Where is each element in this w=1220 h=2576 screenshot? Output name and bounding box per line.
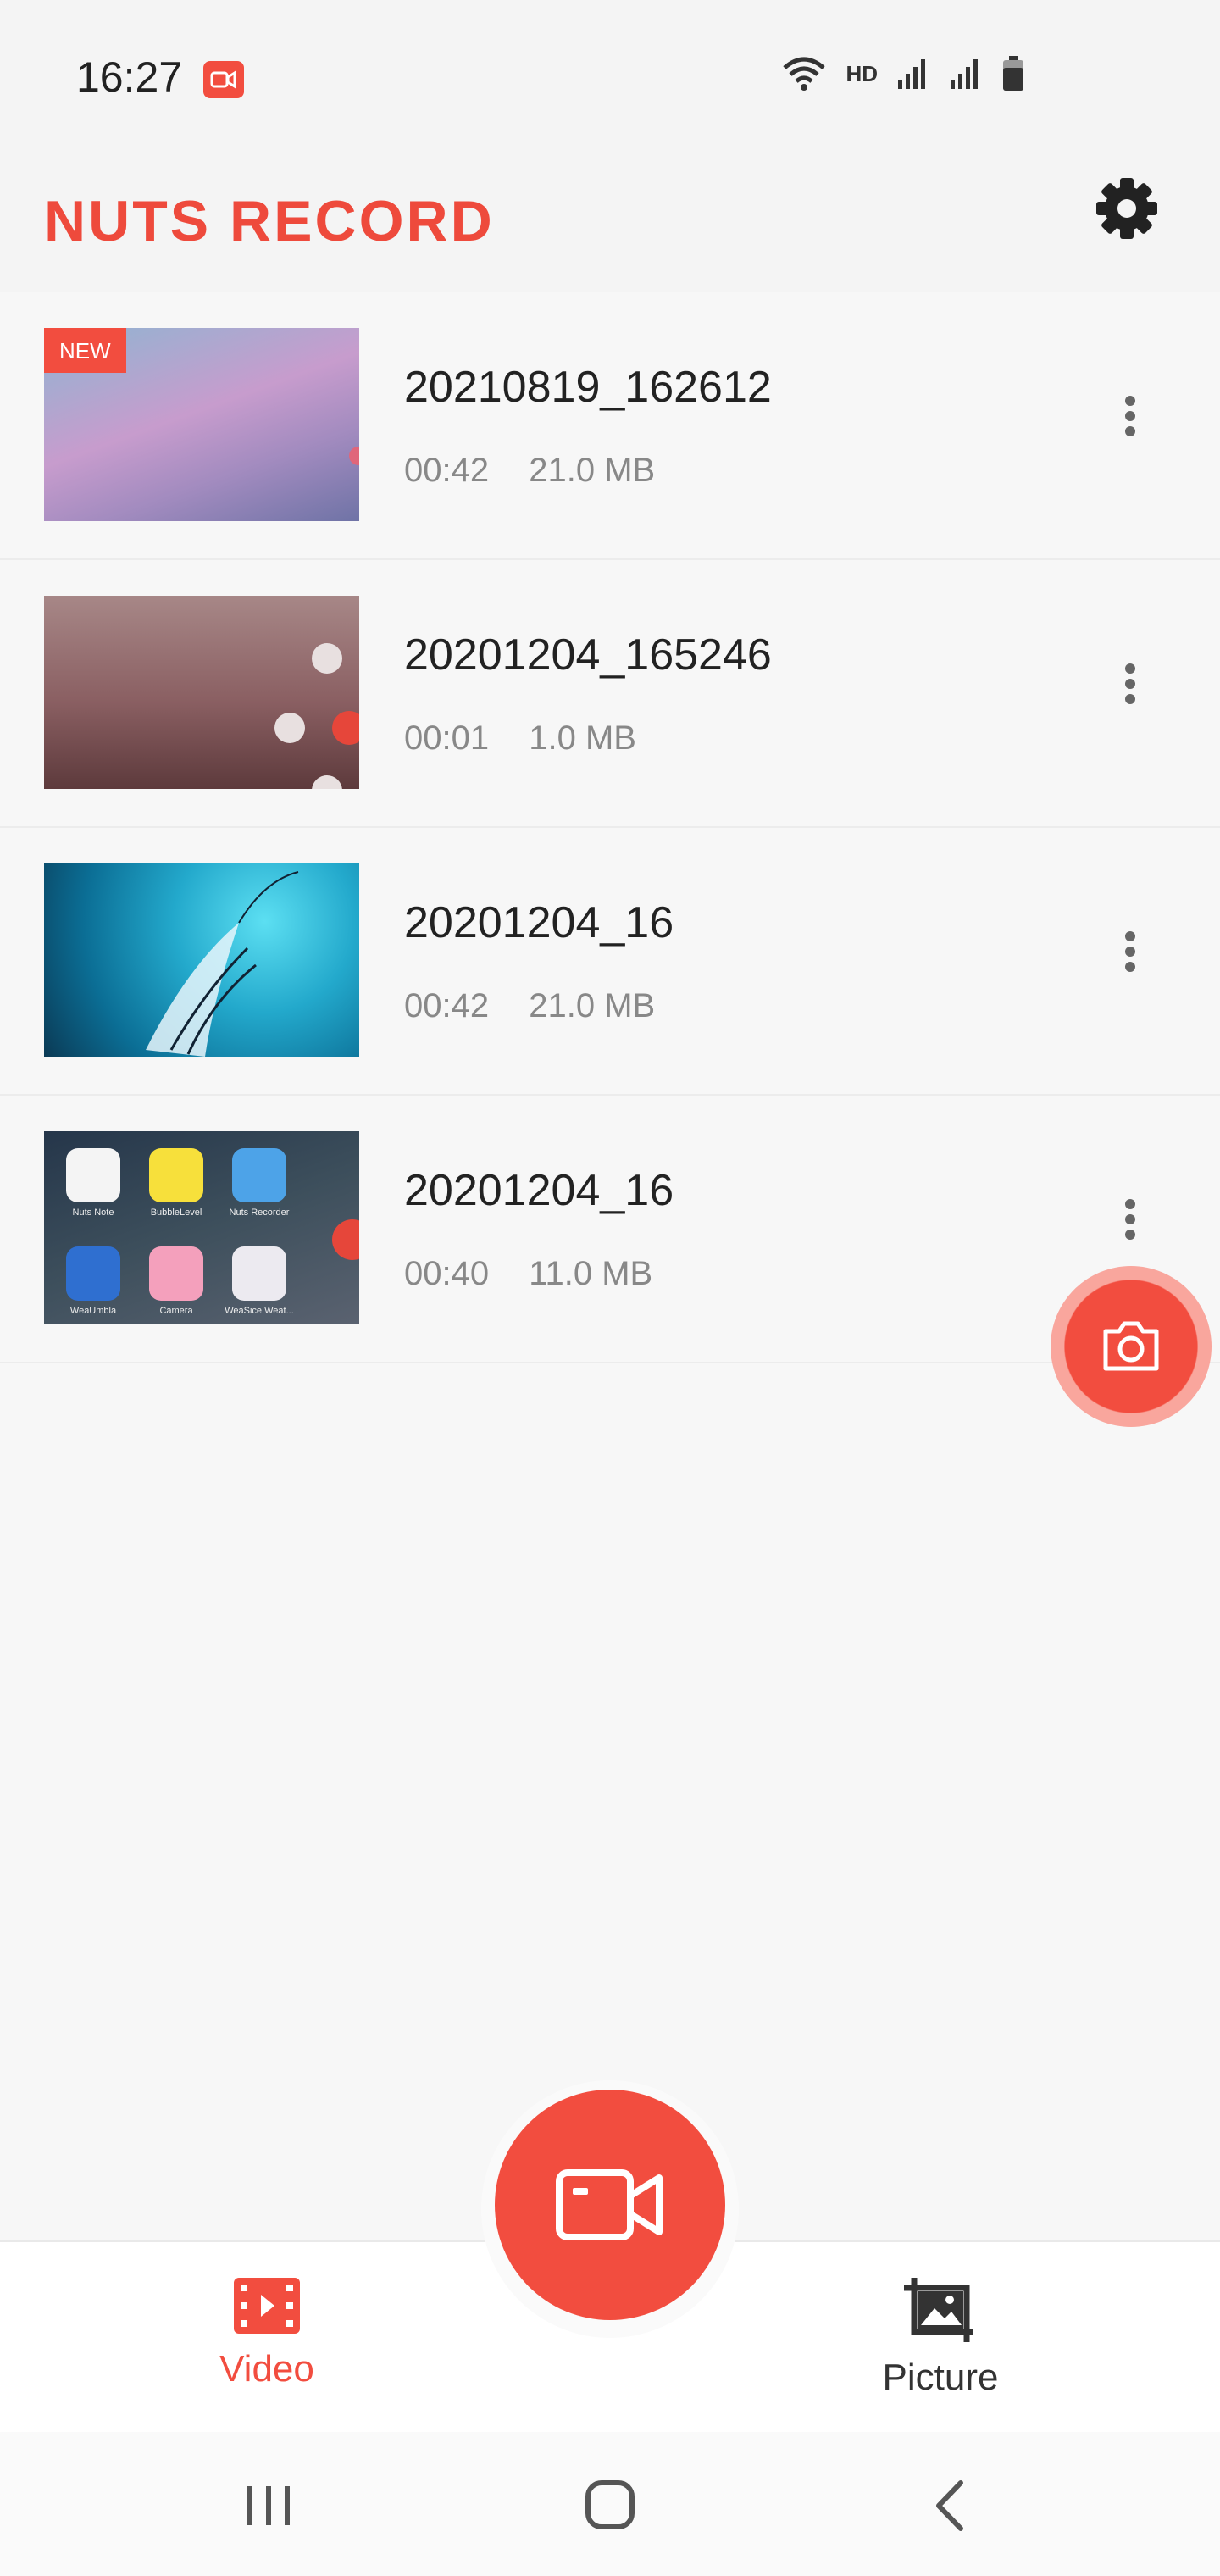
- more-options-button[interactable]: [1101, 391, 1159, 448]
- video-list-item[interactable]: NEW 20210819_162612 00:42 21.0 MB: [0, 292, 1220, 560]
- screen-record-status-icon: [203, 61, 244, 98]
- tab-picture[interactable]: Picture: [856, 2276, 1025, 2399]
- recents-icon: [247, 2486, 290, 2525]
- more-options-button[interactable]: [1101, 1194, 1159, 1252]
- status-icons: HD: [781, 56, 1025, 92]
- video-meta: 00:42 21.0 MB: [404, 987, 685, 1025]
- thumb-app-label: Camera: [159, 1306, 193, 1316]
- thumb-app-label: Nuts Note: [72, 1208, 114, 1218]
- video-duration: 00:01: [404, 719, 490, 757]
- video-size: 21.0 MB: [529, 452, 656, 489]
- settings-button[interactable]: [1093, 175, 1161, 242]
- video-meta: 00:01 1.0 MB: [404, 719, 667, 758]
- app-logo: NUTS RECORD: [44, 189, 495, 253]
- video-duration: 00:42: [404, 987, 490, 1024]
- video-duration: 00:42: [404, 452, 490, 489]
- home-icon: [585, 2480, 635, 2529]
- recent-apps-button[interactable]: [236, 2476, 303, 2535]
- video-thumbnail: [44, 596, 359, 789]
- screenshot-fab[interactable]: [1051, 1266, 1212, 1427]
- more-options-button[interactable]: [1101, 926, 1159, 984]
- film-icon: [234, 2278, 300, 2334]
- video-list-item[interactable]: 20201204_16 00:42 21.0 MB: [0, 828, 1220, 1096]
- tab-picture-label: Picture: [882, 2357, 999, 2398]
- system-nav-bar: [0, 2432, 1220, 2576]
- thumb-app-label: BubbleLevel: [150, 1208, 202, 1218]
- picture-icon: [904, 2278, 973, 2342]
- video-title: 20201204_16: [404, 1166, 674, 1215]
- thumb-app-label: Nuts Recorder: [229, 1208, 290, 1218]
- video-title: 20210819_162612: [404, 363, 772, 412]
- camera-icon: [1103, 1321, 1159, 1371]
- video-meta: 00:42 21.0 MB: [404, 452, 685, 490]
- video-size: 11.0 MB: [529, 1255, 653, 1292]
- back-button[interactable]: [918, 2476, 986, 2535]
- gear-icon: [1096, 178, 1157, 239]
- video-thumbnail: Nuts Note BubbleLevel Nuts Recorder WeaU…: [44, 1131, 359, 1324]
- video-list-item[interactable]: 20201204_165246 00:01 1.0 MB: [0, 560, 1220, 828]
- new-badge: NEW: [44, 328, 126, 373]
- video-duration: 00:40: [404, 1255, 490, 1292]
- tab-video[interactable]: Video: [195, 2276, 339, 2390]
- record-button[interactable]: [495, 2090, 725, 2320]
- home-button[interactable]: [576, 2476, 644, 2535]
- butterfly-image: [146, 871, 299, 1057]
- video-title: 20201204_16: [404, 898, 674, 947]
- signal-icon: [898, 59, 925, 89]
- thumb-app-label: WeaSice Weat...: [225, 1306, 294, 1316]
- thumb-app-label: WeaUmbla: [69, 1306, 117, 1316]
- battery-icon: [1003, 56, 1023, 91]
- signal-icon-2: [951, 59, 978, 89]
- video-camera-icon: [556, 2169, 663, 2240]
- video-size: 1.0 MB: [529, 719, 636, 757]
- video-meta: 00:40 11.0 MB: [404, 1255, 683, 1293]
- wifi-icon: [783, 57, 826, 91]
- status-bar: 16:27 HD: [0, 0, 1220, 153]
- app-header: NUTS RECORD: [0, 153, 1220, 292]
- video-list-item[interactable]: Nuts Note BubbleLevel Nuts Recorder WeaU…: [0, 1096, 1220, 1363]
- tab-video-label: Video: [219, 2348, 314, 2390]
- status-time: 16:27: [76, 53, 183, 101]
- back-icon: [936, 2480, 963, 2531]
- more-options-button[interactable]: [1101, 658, 1159, 716]
- hd-indicator: HD: [846, 60, 878, 86]
- video-list: NEW 20210819_162612 00:42 21.0 MB 202012…: [0, 292, 1220, 1363]
- video-thumbnail: [44, 863, 359, 1057]
- video-title: 20201204_165246: [404, 630, 772, 680]
- video-size: 21.0 MB: [529, 987, 656, 1024]
